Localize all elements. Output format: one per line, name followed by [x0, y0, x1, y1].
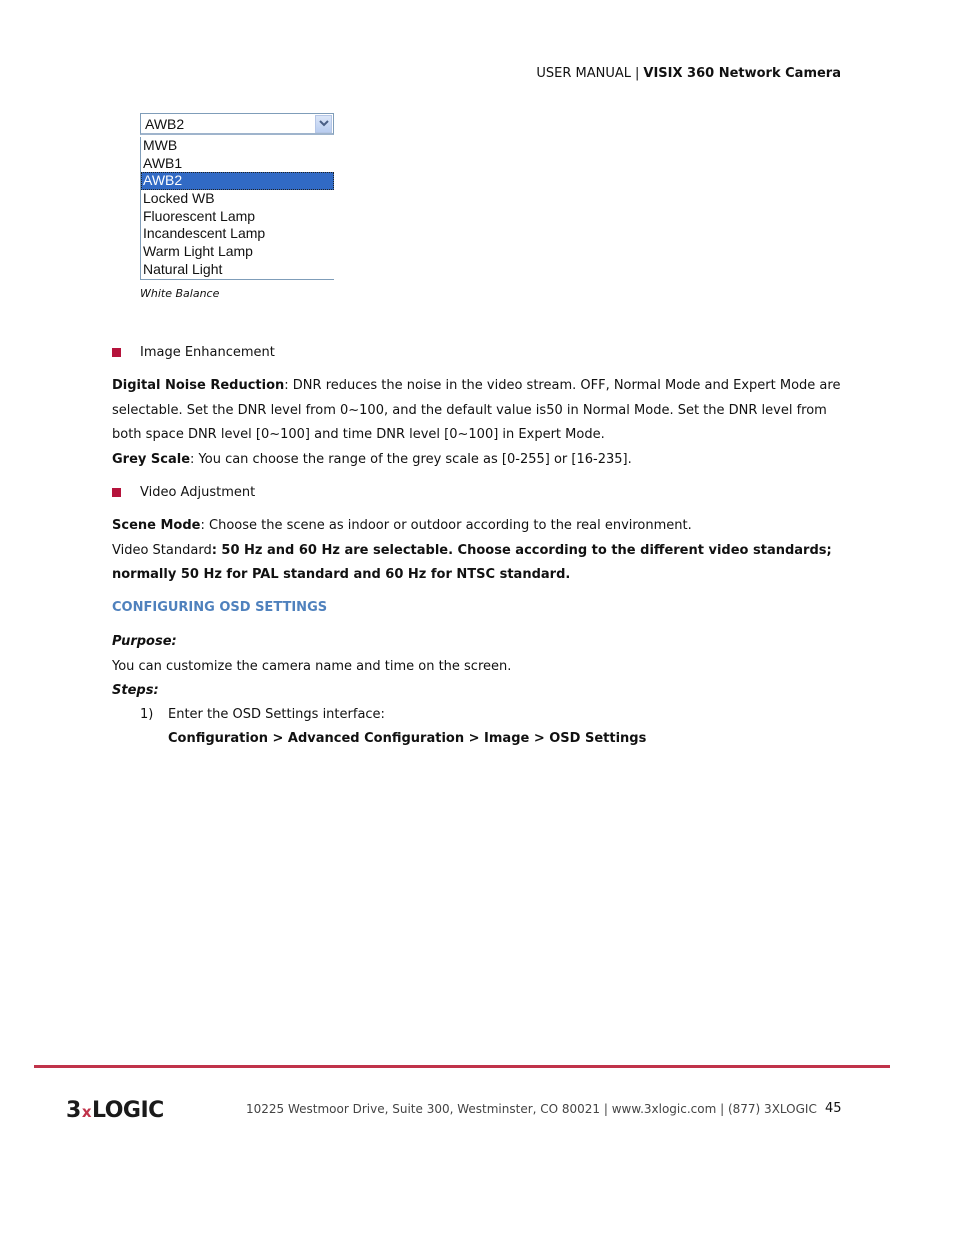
- grey-scale-text: : You can choose the range of the grey s…: [190, 451, 632, 467]
- section-heading-osd: CONFIGURING OSD SETTINGS: [112, 600, 328, 615]
- footer-address: 10225 Westmoor Drive, Suite 300, Westmin…: [246, 1102, 817, 1116]
- bullet-label: Video Adjustment: [140, 485, 256, 500]
- grey-scale-term: Grey Scale: [112, 451, 191, 467]
- video-adjustment-paragraph: Scene Mode: Choose the scene as indoor o…: [112, 514, 842, 588]
- bullet-square-icon: [112, 348, 121, 357]
- logo-part: 3: [66, 1098, 81, 1123]
- purpose-text: You can customize the camera name and ti…: [112, 659, 512, 674]
- video-standard-text: : 50 Hz and 60 Hz are selectable. Choose…: [112, 542, 832, 583]
- step-number: 1): [140, 707, 154, 722]
- footer-divider: [34, 1065, 890, 1068]
- header-separator: |: [635, 66, 640, 81]
- dnr-paragraph: Digital Noise Reduction: DNR reduces the…: [112, 374, 842, 472]
- menu-path: Configuration > Advanced Configuration >…: [168, 731, 647, 746]
- dropdown-option[interactable]: Warm Light Lamp: [141, 243, 334, 261]
- dropdown-option-selected[interactable]: AWB2: [141, 172, 334, 191]
- bullet-image-enhancement: Image Enhancement: [112, 345, 275, 360]
- bullet-label: Image Enhancement: [140, 345, 275, 360]
- chevron-down-icon: [318, 120, 329, 127]
- steps-label: Steps:: [112, 683, 159, 698]
- purpose-label: Purpose:: [112, 634, 177, 649]
- bullet-square-icon: [112, 488, 121, 497]
- dropdown-option[interactable]: Locked WB: [141, 190, 334, 208]
- logo-x: x: [81, 1103, 92, 1121]
- dropdown-option[interactable]: AWB1: [141, 155, 334, 173]
- dropdown-toggle-button[interactable]: [315, 114, 332, 133]
- page-number: 45: [825, 1101, 842, 1116]
- dropdown-option[interactable]: Incandescent Lamp: [141, 225, 334, 243]
- bullet-video-adjustment: Video Adjustment: [112, 485, 255, 500]
- dropdown-option[interactable]: Fluorescent Lamp: [141, 208, 334, 226]
- logo-part: LOGIC: [92, 1098, 164, 1123]
- scene-mode-term: Scene Mode: [112, 518, 201, 533]
- company-logo: 3 x LOGIC: [66, 1098, 164, 1123]
- page-header: USER MANUAL | VISIX 360 Network Camera: [536, 66, 841, 81]
- step-item: 1) Enter the OSD Settings interface:: [140, 707, 385, 722]
- manual-label: USER MANUAL: [536, 66, 631, 81]
- dnr-term: Digital Noise Reduction: [112, 378, 285, 393]
- white-balance-dropdown[interactable]: AWB2 MWB AWB1 AWB2 Locked WB Fluorescent…: [140, 113, 334, 280]
- dropdown-options-list: MWB AWB1 AWB2 Locked WB Fluorescent Lamp…: [140, 137, 334, 280]
- figure-caption: White Balance: [140, 287, 220, 300]
- scene-mode-text: : Choose the scene as indoor or outdoor …: [200, 518, 692, 533]
- step-text: Enter the OSD Settings interface:: [168, 707, 385, 722]
- dropdown-option[interactable]: Natural Light: [141, 261, 334, 279]
- product-name: VISIX 360 Network Camera: [643, 66, 841, 81]
- dropdown-selected-value: AWB2: [145, 115, 185, 132]
- dropdown-select[interactable]: AWB2: [140, 113, 334, 135]
- video-standard-term: Video Standard: [112, 542, 212, 558]
- dropdown-option[interactable]: MWB: [141, 137, 334, 155]
